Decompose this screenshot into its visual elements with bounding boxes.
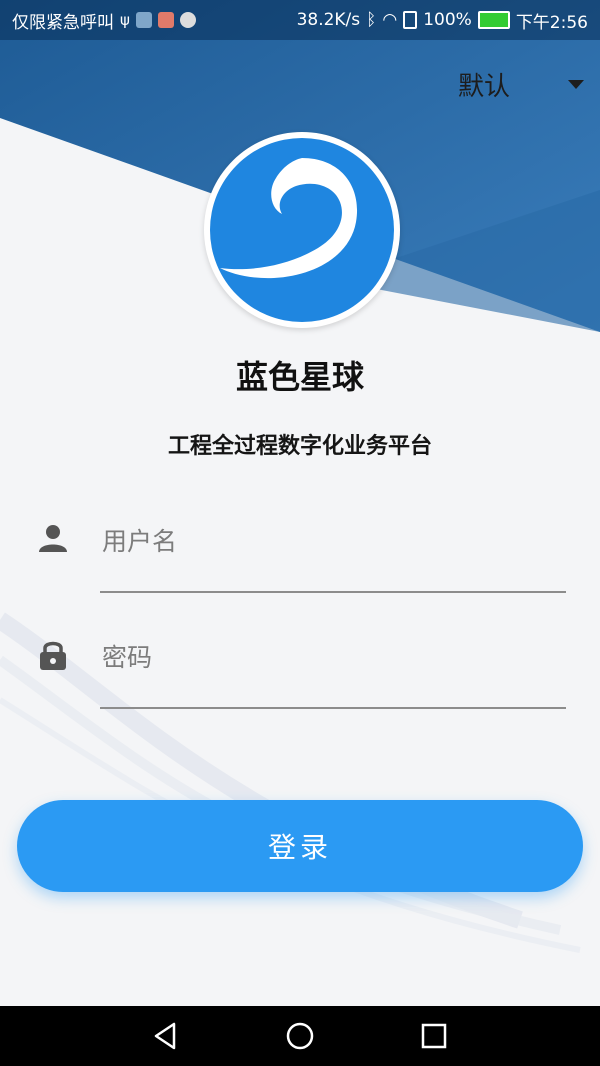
- recents-icon[interactable]: [418, 1020, 450, 1052]
- clock: 下午2:56: [515, 12, 588, 33]
- wifi-icon: ◠: [382, 10, 398, 30]
- home-icon[interactable]: [284, 1020, 316, 1052]
- status-bar: 仅限紧急呼叫 ψ 38.2K/s ᛒ ◠ 100% 下午2:56: [0, 0, 600, 40]
- bluetooth-icon: ᛒ: [366, 10, 377, 30]
- environment-dropdown[interactable]: 默认: [438, 62, 588, 106]
- username-input[interactable]: [100, 520, 564, 562]
- back-icon[interactable]: [150, 1020, 182, 1052]
- lock-icon: [40, 641, 66, 670]
- password-field: [36, 626, 566, 709]
- password-input[interactable]: [100, 636, 564, 678]
- navigation-bar: [0, 1006, 600, 1066]
- password-underline: [100, 707, 566, 709]
- network-speed: 38.2K/s: [296, 10, 361, 30]
- usb-icon: ψ: [120, 11, 130, 29]
- app-logo: [204, 132, 400, 328]
- username-underline: [100, 591, 566, 593]
- sync-icon: [179, 12, 196, 28]
- app-notification-icon: [135, 12, 152, 28]
- battery-icon: [477, 11, 510, 29]
- environment-selected: 默认: [458, 71, 511, 102]
- app-title: 蓝色星球: [235, 358, 364, 396]
- login-button[interactable]: 登录: [17, 800, 583, 892]
- dropdown-arrow-icon: [568, 79, 584, 89]
- app-subtitle: 工程全过程数字化业务平台: [167, 434, 432, 459]
- app-notification-icon: [157, 12, 174, 28]
- battery-percent: 100%: [423, 10, 472, 30]
- username-field: [36, 510, 566, 593]
- person-icon: [39, 525, 67, 552]
- carrier-text: 仅限紧急呼叫: [12, 12, 114, 33]
- sim-icon: [403, 11, 418, 29]
